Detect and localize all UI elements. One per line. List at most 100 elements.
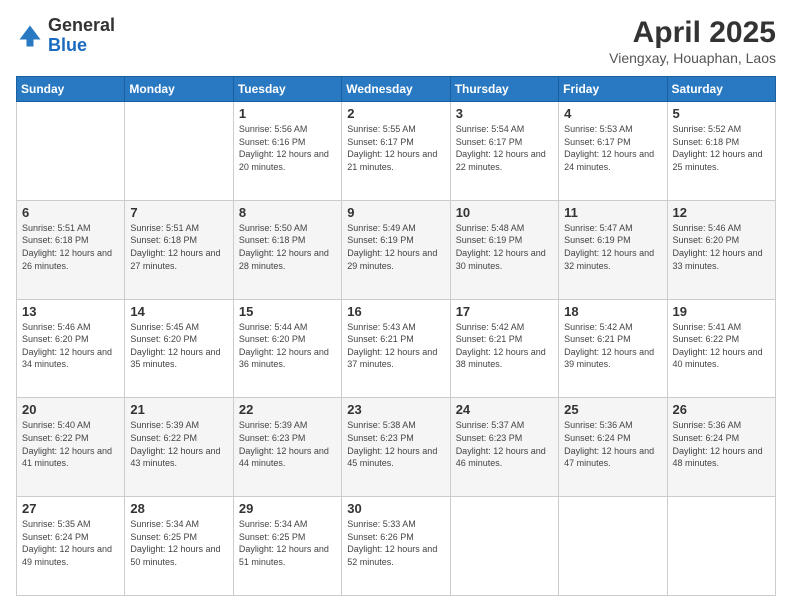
week-row-5: 27Sunrise: 5:35 AMSunset: 6:24 PMDayligh… <box>17 497 776 596</box>
day-number: 23 <box>347 402 444 417</box>
day-info: Sunrise: 5:48 AMSunset: 6:19 PMDaylight:… <box>456 222 553 272</box>
day-info: Sunrise: 5:42 AMSunset: 6:21 PMDaylight:… <box>564 321 661 371</box>
calendar-cell: 11 Sunrise: 5:47 AMSunset: 6:19 PMDayligh… <box>559 200 667 299</box>
weekday-header-wednesday: Wednesday <box>342 77 450 102</box>
day-info: Sunrise: 5:33 AMSunset: 6:26 PMDaylight:… <box>347 518 444 568</box>
calendar-cell: 20 Sunrise: 5:40 AMSunset: 6:22 PMDayligh… <box>17 398 125 497</box>
day-number: 9 <box>347 205 444 220</box>
calendar-cell: 7 Sunrise: 5:51 AMSunset: 6:18 PMDaylight… <box>125 200 233 299</box>
calendar-cell: 5 Sunrise: 5:52 AMSunset: 6:18 PMDaylight… <box>667 102 775 201</box>
logo-blue-text: Blue <box>48 36 115 56</box>
day-number: 3 <box>456 106 553 121</box>
calendar-cell: 12Sunrise: 5:46 AMSunset: 6:20 PMDayligh… <box>667 200 775 299</box>
page: General Blue April 2025 Viengxay, Houaph… <box>0 0 792 612</box>
day-info: Sunrise: 5:34 AMSunset: 6:25 PMDaylight:… <box>130 518 227 568</box>
logo-icon <box>16 22 44 50</box>
calendar-cell: 21 Sunrise: 5:39 AMSunset: 6:22 PMDayligh… <box>125 398 233 497</box>
day-info: Sunrise: 5:41 AMSunset: 6:22 PMDaylight:… <box>673 321 770 371</box>
calendar-cell: 3 Sunrise: 5:54 AMSunset: 6:17 PMDaylight… <box>450 102 558 201</box>
calendar-cell: 29Sunrise: 5:34 AMSunset: 6:25 PMDayligh… <box>233 497 341 596</box>
week-row-3: 13 Sunrise: 5:46 AMSunset: 6:20 PMDayligh… <box>17 299 776 398</box>
day-info: Sunrise: 5:36 AMSunset: 6:24 PMDaylight:… <box>673 419 770 469</box>
calendar-cell: 24 Sunrise: 5:37 AMSunset: 6:23 PMDayligh… <box>450 398 558 497</box>
day-info: Sunrise: 5:49 AMSunset: 6:19 PMDaylight:… <box>347 222 444 272</box>
day-number: 13 <box>22 304 119 319</box>
header: General Blue April 2025 Viengxay, Houaph… <box>16 16 776 66</box>
title-block: April 2025 Viengxay, Houaphan, Laos <box>609 16 776 66</box>
calendar-cell: 25Sunrise: 5:36 AMSunset: 6:24 PMDayligh… <box>559 398 667 497</box>
day-info: Sunrise: 5:44 AMSunset: 6:20 PMDaylight:… <box>239 321 336 371</box>
day-number: 1 <box>239 106 336 121</box>
day-number: 29 <box>239 501 336 516</box>
day-number: 17 <box>456 304 553 319</box>
day-number: 5 <box>673 106 770 121</box>
week-row-2: 6 Sunrise: 5:51 AMSunset: 6:18 PMDaylight… <box>17 200 776 299</box>
subtitle: Viengxay, Houaphan, Laos <box>609 50 776 66</box>
weekday-header-friday: Friday <box>559 77 667 102</box>
weekday-header-sunday: Sunday <box>17 77 125 102</box>
calendar-cell: 2 Sunrise: 5:55 AMSunset: 6:17 PMDaylight… <box>342 102 450 201</box>
day-number: 24 <box>456 402 553 417</box>
calendar-cell <box>125 102 233 201</box>
day-info: Sunrise: 5:45 AMSunset: 6:20 PMDaylight:… <box>130 321 227 371</box>
calendar-cell <box>667 497 775 596</box>
calendar-cell: 17 Sunrise: 5:42 AMSunset: 6:21 PMDayligh… <box>450 299 558 398</box>
day-number: 28 <box>130 501 227 516</box>
day-info: Sunrise: 5:46 AMSunset: 6:20 PMDaylight:… <box>673 222 770 272</box>
day-info: Sunrise: 5:35 AMSunset: 6:24 PMDaylight:… <box>22 518 119 568</box>
weekday-header-row: SundayMondayTuesdayWednesdayThursdayFrid… <box>17 77 776 102</box>
calendar-cell: 23 Sunrise: 5:38 AMSunset: 6:23 PMDayligh… <box>342 398 450 497</box>
calendar-cell <box>559 497 667 596</box>
day-number: 6 <box>22 205 119 220</box>
day-info: Sunrise: 5:40 AMSunset: 6:22 PMDaylight:… <box>22 419 119 469</box>
day-number: 14 <box>130 304 227 319</box>
calendar-cell: 22 Sunrise: 5:39 AMSunset: 6:23 PMDayligh… <box>233 398 341 497</box>
calendar-cell: 18Sunrise: 5:42 AMSunset: 6:21 PMDayligh… <box>559 299 667 398</box>
day-info: Sunrise: 5:46 AMSunset: 6:20 PMDaylight:… <box>22 321 119 371</box>
logo-general-text: General <box>48 16 115 36</box>
calendar-cell: 10 Sunrise: 5:48 AMSunset: 6:19 PMDayligh… <box>450 200 558 299</box>
day-info: Sunrise: 5:37 AMSunset: 6:23 PMDaylight:… <box>456 419 553 469</box>
day-number: 22 <box>239 402 336 417</box>
day-number: 11 <box>564 205 661 220</box>
calendar-cell <box>17 102 125 201</box>
weekday-header-tuesday: Tuesday <box>233 77 341 102</box>
day-info: Sunrise: 5:39 AMSunset: 6:23 PMDaylight:… <box>239 419 336 469</box>
day-info: Sunrise: 5:51 AMSunset: 6:18 PMDaylight:… <box>22 222 119 272</box>
calendar-cell: 8Sunrise: 5:50 AMSunset: 6:18 PMDaylight… <box>233 200 341 299</box>
day-info: Sunrise: 5:54 AMSunset: 6:17 PMDaylight:… <box>456 123 553 173</box>
calendar-cell: 30Sunrise: 5:33 AMSunset: 6:26 PMDayligh… <box>342 497 450 596</box>
day-number: 15 <box>239 304 336 319</box>
day-info: Sunrise: 5:43 AMSunset: 6:21 PMDaylight:… <box>347 321 444 371</box>
day-info: Sunrise: 5:52 AMSunset: 6:18 PMDaylight:… <box>673 123 770 173</box>
weekday-header-monday: Monday <box>125 77 233 102</box>
day-number: 7 <box>130 205 227 220</box>
day-number: 2 <box>347 106 444 121</box>
logo-text: General Blue <box>48 16 115 56</box>
calendar-cell: 19Sunrise: 5:41 AMSunset: 6:22 PMDayligh… <box>667 299 775 398</box>
main-title: April 2025 <box>609 16 776 50</box>
calendar-cell: 27Sunrise: 5:35 AMSunset: 6:24 PMDayligh… <box>17 497 125 596</box>
day-info: Sunrise: 5:42 AMSunset: 6:21 PMDaylight:… <box>456 321 553 371</box>
day-info: Sunrise: 5:55 AMSunset: 6:17 PMDaylight:… <box>347 123 444 173</box>
calendar-cell: 9 Sunrise: 5:49 AMSunset: 6:19 PMDaylight… <box>342 200 450 299</box>
day-info: Sunrise: 5:47 AMSunset: 6:19 PMDaylight:… <box>564 222 661 272</box>
calendar-cell <box>450 497 558 596</box>
day-info: Sunrise: 5:53 AMSunset: 6:17 PMDaylight:… <box>564 123 661 173</box>
day-number: 21 <box>130 402 227 417</box>
day-info: Sunrise: 5:39 AMSunset: 6:22 PMDaylight:… <box>130 419 227 469</box>
day-number: 10 <box>456 205 553 220</box>
week-row-1: 1 Sunrise: 5:56 AMSunset: 6:16 PMDaylight… <box>17 102 776 201</box>
calendar-cell: 14 Sunrise: 5:45 AMSunset: 6:20 PMDayligh… <box>125 299 233 398</box>
day-number: 8 <box>239 205 336 220</box>
calendar-cell: 26 Sunrise: 5:36 AMSunset: 6:24 PMDayligh… <box>667 398 775 497</box>
day-info: Sunrise: 5:51 AMSunset: 6:18 PMDaylight:… <box>130 222 227 272</box>
day-number: 26 <box>673 402 770 417</box>
day-info: Sunrise: 5:56 AMSunset: 6:16 PMDaylight:… <box>239 123 336 173</box>
logo: General Blue <box>16 16 115 56</box>
calendar-cell: 6 Sunrise: 5:51 AMSunset: 6:18 PMDaylight… <box>17 200 125 299</box>
calendar-cell: 1 Sunrise: 5:56 AMSunset: 6:16 PMDaylight… <box>233 102 341 201</box>
day-info: Sunrise: 5:38 AMSunset: 6:23 PMDaylight:… <box>347 419 444 469</box>
day-number: 16 <box>347 304 444 319</box>
day-number: 20 <box>22 402 119 417</box>
